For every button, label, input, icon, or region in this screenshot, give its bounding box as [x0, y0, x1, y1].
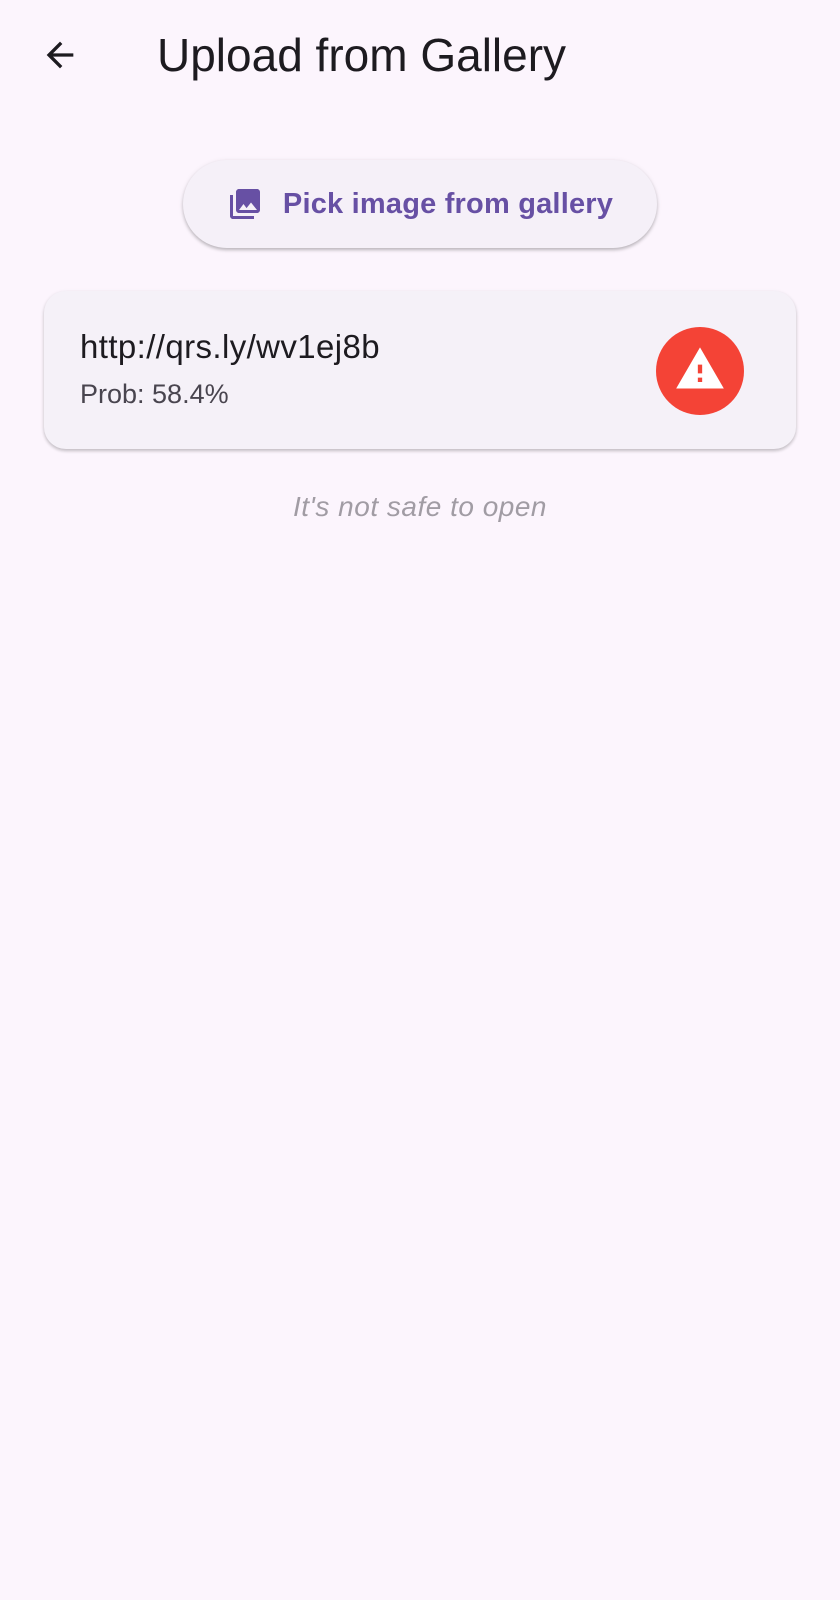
page-title: Upload from Gallery [157, 29, 567, 81]
pick-image-button[interactable]: Pick image from gallery [183, 160, 657, 248]
pick-image-button-label: Pick image from gallery [282, 187, 614, 220]
photo-library-icon [227, 186, 263, 222]
warning-icon [674, 343, 726, 400]
result-probability: Prob: 58.4% [80, 379, 229, 409]
status-message: It's not safe to open [292, 491, 547, 522]
result-card: http://qrs.ly/wv1ej8b Prob: 58.4% [44, 291, 796, 449]
app-bar: Upload from Gallery [0, 0, 840, 112]
arrow-back-icon [40, 35, 80, 75]
back-button[interactable] [28, 26, 92, 84]
warning-badge [656, 327, 744, 415]
result-url: http://qrs.ly/wv1ej8b [80, 328, 381, 365]
